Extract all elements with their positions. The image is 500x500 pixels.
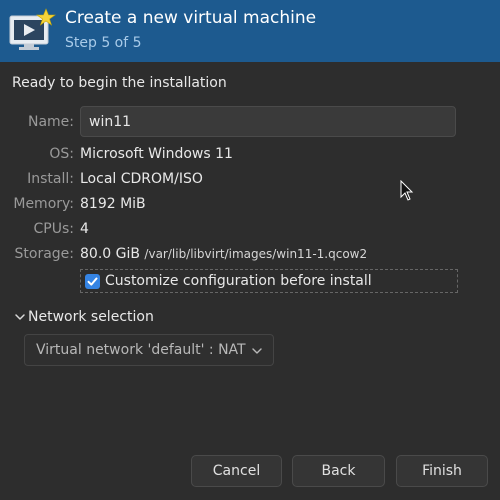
- install-label: Install:: [27, 171, 74, 187]
- network-selection-label: Network selection: [28, 309, 154, 325]
- storage-value: 80.0 GiB /var/lib/libvirt/images/win11-1…: [80, 246, 367, 262]
- chevron-down-icon: [252, 348, 262, 354]
- os-value: Microsoft Windows 11: [80, 146, 233, 162]
- storage-size: 80.0 GiB: [80, 246, 140, 262]
- os-label: OS:: [49, 146, 74, 162]
- storage-path: /var/lib/libvirt/images/win11-1.qcow2: [144, 247, 368, 261]
- virtual-machine-monitor-icon: [9, 8, 56, 50]
- network-selection-expander[interactable]: Network selection: [14, 309, 164, 327]
- wizard-step: Step 5 of 5: [65, 35, 142, 51]
- customize-checkbox[interactable]: [85, 274, 100, 289]
- cancel-button[interactable]: Cancel: [191, 455, 282, 487]
- cpus-label: CPUs:: [33, 221, 74, 237]
- customize-checkbox-row[interactable]: Customize configuration before install: [80, 269, 458, 293]
- cpus-value: 4: [80, 221, 89, 237]
- storage-label: Storage:: [14, 246, 75, 262]
- customize-checkbox-label[interactable]: Customize configuration before install: [105, 273, 372, 289]
- wizard-header: Create a new virtual machine Step 5 of 5: [0, 0, 500, 62]
- name-label: Name:: [27, 114, 74, 130]
- memory-label: Memory:: [13, 196, 74, 212]
- memory-value: 8192 MiB: [80, 196, 146, 212]
- wizard-title: Create a new virtual machine: [65, 8, 317, 28]
- back-button[interactable]: Back: [292, 455, 385, 487]
- finish-button[interactable]: Finish: [396, 455, 488, 487]
- ready-message: Ready to begin the installation: [12, 75, 227, 91]
- mouse-pointer-icon: [400, 180, 414, 201]
- checkmark-icon: [87, 277, 98, 286]
- network-source-value: Virtual network 'default' : NAT: [36, 342, 246, 358]
- network-source-dropdown[interactable]: Virtual network 'default' : NAT: [24, 334, 274, 366]
- chevron-down-icon: [15, 314, 25, 320]
- vm-name-input[interactable]: [80, 106, 456, 137]
- install-value: Local CDROM/ISO: [80, 171, 203, 187]
